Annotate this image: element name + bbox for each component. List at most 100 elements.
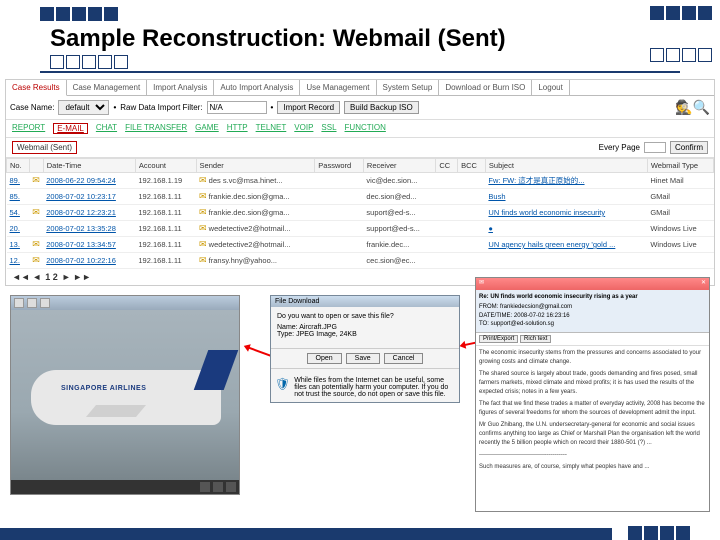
proto-file[interactable]: FILE TRANSFER bbox=[125, 123, 187, 134]
proto-voip[interactable]: VOIP bbox=[294, 123, 313, 134]
dialog-title: File Download bbox=[271, 296, 459, 307]
window-control-icon[interactable] bbox=[14, 298, 24, 308]
file-download-dialog: File Download Do you want to open or sav… bbox=[270, 295, 460, 403]
close-icon[interactable]: ✕ bbox=[701, 279, 706, 289]
folder-bar: Webmail (Sent) Every Page Confirm bbox=[6, 138, 714, 158]
dialog-warning: While files from the Internet can be use… bbox=[294, 377, 455, 398]
case-name-label: Case Name: bbox=[10, 103, 54, 112]
proto-game[interactable]: GAME bbox=[195, 123, 219, 134]
page-prev[interactable]: ◄◄ ◄ bbox=[12, 272, 41, 282]
tab-import-analysis[interactable]: Import Analysis bbox=[147, 80, 214, 95]
email-header: Re: UN finds world economic insecurity r… bbox=[476, 290, 709, 333]
file-type-value: JPEG Image, 24KB bbox=[296, 331, 357, 338]
window-control-icon[interactable] bbox=[27, 298, 37, 308]
email-titlebar[interactable]: ✉ ✕ bbox=[476, 278, 709, 290]
page-numbers[interactable]: 1 2 bbox=[45, 272, 58, 282]
col-datetime[interactable]: Date-Time bbox=[43, 159, 135, 173]
date-label: DATE/TIME: bbox=[479, 313, 512, 319]
col-subject[interactable]: Subject bbox=[485, 159, 647, 173]
email-subject: Re: UN finds world economic insecurity r… bbox=[479, 293, 706, 301]
email-para: The shared source is largely about trade… bbox=[479, 370, 706, 397]
every-page-label: Every Page bbox=[599, 143, 640, 152]
image-footer bbox=[11, 480, 239, 494]
table-row[interactable]: 85.2008-07-02 10:23:17192.168.1.11✉ fran… bbox=[7, 189, 714, 205]
table-row[interactable]: 89.✉2008-06-22 09:54:24192.168.1.19✉ des… bbox=[7, 173, 714, 189]
tab-case-mgmt[interactable]: Case Management bbox=[67, 80, 148, 95]
case-name-select[interactable]: default bbox=[58, 100, 109, 115]
proto-function[interactable]: FUNCTION bbox=[345, 123, 386, 134]
email-para: The fact that we find these trades a mat… bbox=[479, 400, 706, 418]
raw-filter-label: Raw Data Import Filter: bbox=[120, 103, 202, 112]
table-row[interactable]: 12.✉2008-07-02 10:22:16192.168.1.11✉ fra… bbox=[7, 253, 714, 269]
footer-control-icon[interactable] bbox=[226, 482, 236, 492]
import-record-button[interactable]: Import Record bbox=[277, 101, 340, 114]
tab-logout[interactable]: Logout bbox=[532, 80, 569, 95]
confirm-button[interactable]: Confirm bbox=[670, 141, 708, 154]
cancel-button[interactable]: Cancel bbox=[384, 353, 424, 364]
proto-ssl[interactable]: SSL bbox=[321, 123, 336, 134]
image-content: SINGAPORE AIRLINES bbox=[11, 310, 239, 480]
slide-title: Sample Reconstruction: Webmail (Sent) bbox=[40, 23, 680, 55]
main-tabs: Case Results Case Management Import Anal… bbox=[6, 80, 714, 96]
slide-header: Sample Reconstruction: Webmail (Sent) bbox=[0, 0, 720, 77]
email-para: Such measures are, of course, simply wha… bbox=[479, 463, 706, 472]
email-para: The economic insecurity stems from the p… bbox=[479, 349, 706, 367]
tab-case-results[interactable]: Case Results bbox=[6, 80, 67, 96]
tab-download-iso[interactable]: Download or Burn ISO bbox=[439, 80, 532, 95]
window-control-icon[interactable] bbox=[40, 298, 50, 308]
airline-text: SINGAPORE AIRLINES bbox=[61, 385, 146, 392]
build-iso-button[interactable]: Build Backup ISO bbox=[344, 101, 419, 114]
col-cc[interactable]: CC bbox=[436, 159, 458, 173]
save-button[interactable]: Save bbox=[346, 353, 380, 364]
col-password[interactable]: Password bbox=[315, 159, 364, 173]
to-label: TO: bbox=[479, 321, 489, 327]
col-type[interactable]: Webmail Type bbox=[647, 159, 713, 173]
footer-control-icon[interactable] bbox=[200, 482, 210, 492]
email-body: The economic insecurity stems from the p… bbox=[476, 346, 709, 478]
table-row[interactable]: 13.✉2008-07-02 13:34:57192.168.1.11✉ wed… bbox=[7, 237, 714, 253]
email-para: Mr Guo Zhibang, the U.N. undersecretary-… bbox=[479, 421, 706, 448]
from-label: FROM: bbox=[479, 304, 498, 310]
proto-email[interactable]: E-MAIL bbox=[53, 123, 88, 134]
raw-filter-input[interactable] bbox=[207, 101, 267, 114]
col-receiver[interactable]: Receiver bbox=[363, 159, 435, 173]
richtext-button[interactable]: Rich text bbox=[520, 335, 551, 343]
file-name-value: Aircraft.JPG bbox=[299, 324, 337, 331]
print-export-button[interactable]: Print/Export bbox=[479, 335, 518, 343]
col-no[interactable]: No. bbox=[7, 159, 30, 173]
tab-auto-import[interactable]: Auto Import Analysis bbox=[214, 80, 300, 95]
shield-icon: 🛡 bbox=[275, 377, 290, 398]
col-bcc[interactable]: BCC bbox=[458, 159, 486, 173]
page-input[interactable] bbox=[644, 142, 666, 153]
dialog-prompt: Do you want to open or save this file? bbox=[277, 313, 453, 320]
from-value: frankiedecsion@gmail.com bbox=[500, 304, 572, 310]
to-value: support@ed-solution.sg bbox=[491, 321, 554, 327]
search-spy-icon[interactable]: 🕵️🔍 bbox=[675, 99, 710, 116]
tab-use-mgmt[interactable]: Use Management bbox=[300, 80, 376, 95]
proto-report[interactable]: REPORT bbox=[12, 123, 45, 134]
col-att[interactable] bbox=[29, 159, 43, 173]
file-type-label: Type: bbox=[277, 331, 294, 338]
filter-bar: Case Name: default • Raw Data Import Fil… bbox=[6, 96, 714, 120]
col-sender[interactable]: Sender bbox=[196, 159, 315, 173]
proto-http[interactable]: HTTP bbox=[227, 123, 248, 134]
open-button[interactable]: Open bbox=[307, 353, 342, 364]
protocol-tabs: REPORT E-MAIL CHAT FILE TRANSFER GAME HT… bbox=[6, 120, 714, 138]
proto-chat[interactable]: CHAT bbox=[96, 123, 117, 134]
tab-system-setup[interactable]: System Setup bbox=[377, 80, 440, 95]
results-table: No. Date-Time Account Sender Password Re… bbox=[6, 158, 714, 269]
proto-telnet[interactable]: TELNET bbox=[256, 123, 287, 134]
table-row[interactable]: 54.✉2008-07-02 12:23:21192.168.1.11✉ fra… bbox=[7, 205, 714, 221]
date-value: 2008-07-02 16:23:16 bbox=[514, 313, 570, 319]
email-viewer: ✉ ✕ Re: UN finds world economic insecuri… bbox=[475, 277, 710, 512]
email-para: ----------------------------------------… bbox=[479, 451, 706, 460]
page-next[interactable]: ► ►► bbox=[62, 272, 91, 282]
email-toolbar: Print/Export Rich text bbox=[476, 333, 709, 346]
col-account[interactable]: Account bbox=[135, 159, 196, 173]
footer-control-icon[interactable] bbox=[213, 482, 223, 492]
folder-webmail-sent[interactable]: Webmail (Sent) bbox=[12, 141, 77, 154]
table-row[interactable]: 20.2008-07-02 13:35:28192.168.1.11✉ wede… bbox=[7, 221, 714, 237]
image-viewer: SINGAPORE AIRLINES bbox=[10, 295, 240, 495]
slide-footer bbox=[0, 528, 720, 540]
image-titlebar[interactable] bbox=[11, 296, 239, 310]
